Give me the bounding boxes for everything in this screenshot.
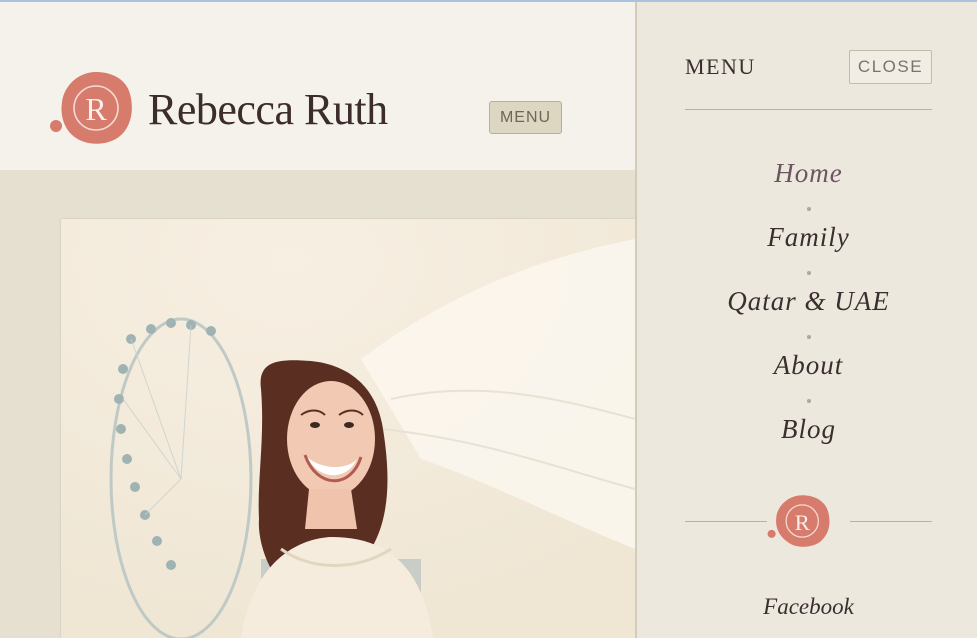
nav-link-family[interactable]: Family	[767, 222, 849, 253]
site-header: R Rebecca Ruth MENU	[0, 2, 635, 170]
wax-seal-icon: R	[767, 495, 830, 547]
nav-list: Home Family Qatar & UAE About Blog	[685, 152, 932, 472]
nav-item-qatar-uae: Qatar & UAE	[685, 280, 932, 344]
nav-link-qatar-uae[interactable]: Qatar & UAE	[727, 286, 890, 317]
nav-item-about: About	[685, 344, 932, 408]
side-menu-panel: MENU CLOSE Home Family Qatar & UAE About…	[635, 2, 977, 638]
divider-line-right	[850, 521, 932, 522]
bride-photo-image	[61, 219, 635, 638]
nav-link-blog[interactable]: Blog	[781, 414, 836, 445]
hero-photo	[61, 219, 635, 638]
menu-button[interactable]: MENU	[489, 101, 562, 134]
main-page: R Rebecca Ruth MENU	[0, 0, 635, 638]
nav-link-about[interactable]: About	[774, 350, 844, 381]
nav-item-blog: Blog	[685, 408, 932, 472]
nav-separator-dot	[806, 335, 811, 339]
nav-item-family: Family	[685, 216, 932, 280]
divider	[685, 109, 932, 110]
logo[interactable]: R	[48, 70, 136, 146]
social-link-facebook[interactable]: Facebook	[685, 594, 932, 620]
divider-line-left	[685, 521, 767, 522]
panel-title: MENU	[685, 54, 756, 79]
nav-separator-dot	[806, 399, 811, 403]
window-top-border	[0, 0, 977, 2]
nav-link-home[interactable]: Home	[774, 158, 842, 189]
logo-letter: R	[85, 91, 107, 127]
seal-divider: R	[685, 492, 932, 552]
nav-separator-dot	[806, 207, 811, 211]
wax-seal-logo-icon: R	[50, 72, 132, 144]
site-title[interactable]: Rebecca Ruth	[148, 84, 388, 135]
nav-item-home: Home	[685, 152, 932, 216]
seal-letter: R	[795, 510, 810, 535]
close-button[interactable]: CLOSE	[849, 50, 932, 84]
nav-separator-dot	[806, 271, 811, 275]
